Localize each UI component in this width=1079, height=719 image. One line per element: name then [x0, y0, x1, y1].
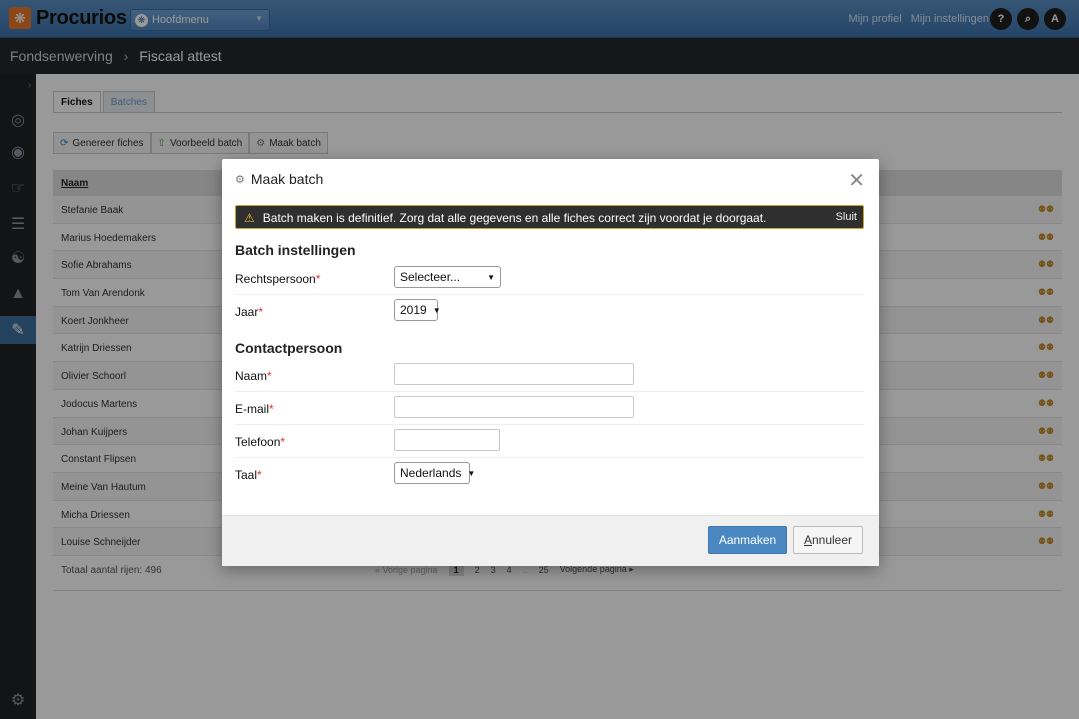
form-row-jaar: Jaar* 2019 ▼: [235, 296, 864, 328]
jaar-label: Jaar*: [235, 305, 264, 319]
naam-input[interactable]: [394, 363, 634, 385]
form-row-telefoon: Telefoon*: [235, 426, 864, 458]
form-row-email: E-mail*: [235, 393, 864, 425]
dialog-footer: Aanmaken Annuleer: [222, 515, 879, 566]
dialog-title: ⚙ Maak batch: [235, 171, 323, 187]
chevron-down-icon: ▼: [432, 305, 441, 315]
telefoon-input[interactable]: [394, 429, 500, 451]
taal-select[interactable]: Nederlands ▼: [394, 462, 475, 484]
warning-text: Batch maken is definitief. Zorg dat alle…: [262, 211, 767, 225]
warning-banner: ⚠ Batch maken is definitief. Zorg dat al…: [235, 205, 864, 229]
jaar-selected: 2019: [400, 303, 427, 317]
cancel-label-rest: nnuleer: [811, 533, 853, 547]
section-contact: Contactpersoon: [235, 340, 343, 356]
rechtspersoon-label: Rechtspersoon*: [235, 272, 321, 286]
email-input[interactable]: [394, 396, 634, 418]
taal-selected: Nederlands: [400, 466, 462, 480]
create-button[interactable]: Aanmaken: [708, 526, 787, 554]
form-row-rechtspersoon: Rechtspersoon* Selecteer... ▼: [235, 263, 864, 295]
chevron-down-icon: ▼: [467, 468, 476, 478]
cancel-button[interactable]: Annuleer: [793, 526, 863, 554]
telefoon-label: Telefoon*: [235, 435, 286, 449]
taal-label: Taal*: [235, 468, 262, 482]
rechtspersoon-selected: Selecteer...: [400, 270, 461, 284]
warning-icon: ⚠: [244, 211, 255, 225]
chevron-down-icon: ▼: [487, 272, 495, 282]
naam-label: Naam*: [235, 369, 272, 383]
form-row-naam: Naam*: [235, 360, 864, 392]
dismiss-warning-button[interactable]: Sluit: [836, 211, 857, 223]
section-batch-settings: Batch instellingen: [235, 242, 356, 258]
email-label: E-mail*: [235, 402, 274, 416]
make-batch-dialog: ⚙ Maak batch ✕ ⚠ Batch maken is definiti…: [222, 159, 879, 566]
dialog-title-text: Maak batch: [250, 171, 324, 187]
rechtspersoon-select[interactable]: Selecteer... ▼: [394, 266, 501, 288]
jaar-select[interactable]: 2019 ▼: [394, 299, 441, 321]
form-row-taal: Taal* Nederlands ▼: [235, 459, 864, 491]
close-icon[interactable]: ✕: [848, 168, 865, 193]
gear-icon: ⚙: [235, 173, 245, 186]
cancel-accesskey: A: [803, 533, 812, 547]
